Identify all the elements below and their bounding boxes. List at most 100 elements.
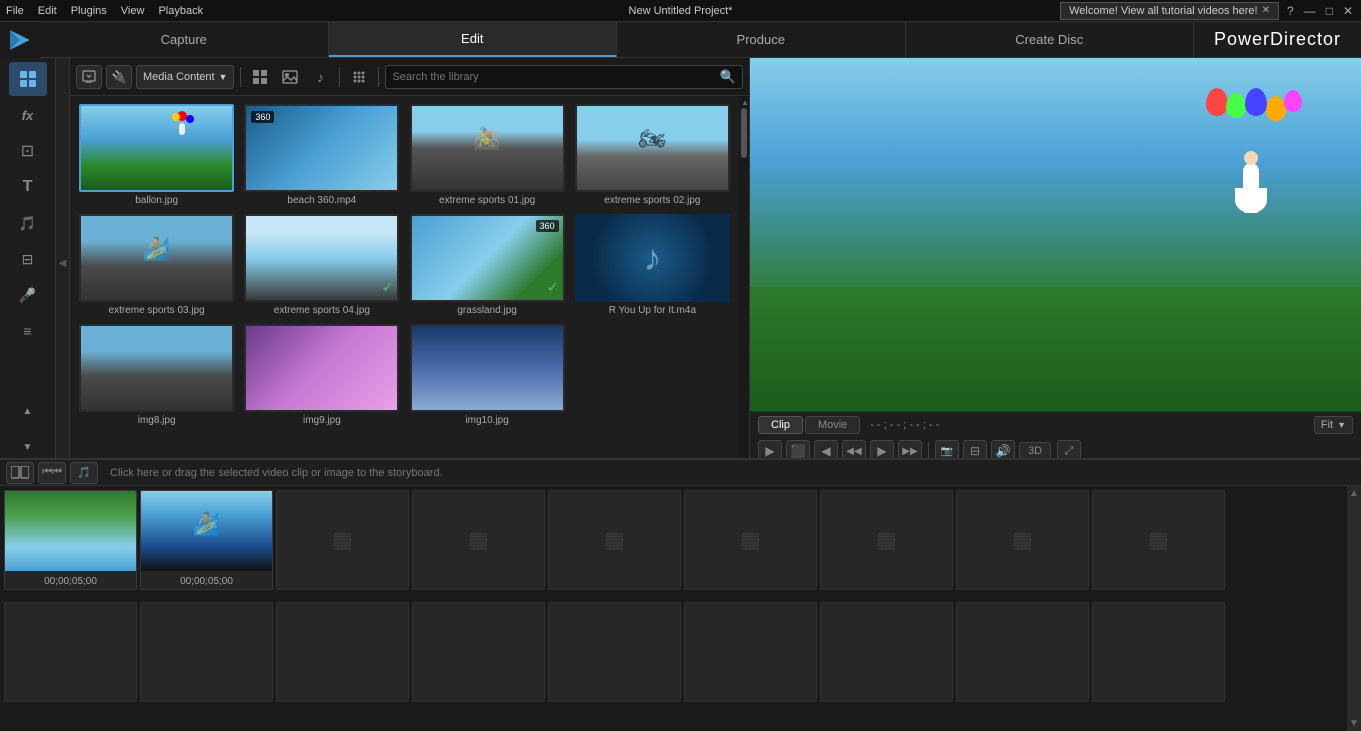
clip-timecode: 00;00;05;00 xyxy=(180,576,233,587)
nav-tab-produce[interactable]: Produce xyxy=(617,22,906,57)
sidebar-up[interactable]: ▲ xyxy=(9,394,47,428)
list-item[interactable]: img8.jpg xyxy=(78,324,235,426)
media-label: beach 360.mp4 xyxy=(287,195,356,206)
left-sidebar: fx ⊡ T 🎵 ⊟ 🎤 ≡ ▲ ▼ xyxy=(0,58,56,468)
story-clip[interactable] xyxy=(4,602,137,702)
media-thumb[interactable] xyxy=(244,324,399,412)
photo-view-button[interactable] xyxy=(277,65,303,89)
dots-view-icon xyxy=(351,69,367,85)
close-button[interactable]: ✕ xyxy=(1341,4,1355,18)
storyboard-area: ▲ ▼ 00;00;05;00 🏄 00;00;05;00 ▦ ▦ xyxy=(0,486,1361,731)
storyboard-scrollbar[interactable]: ▲ ▼ xyxy=(1347,486,1361,731)
sidebar-audio[interactable]: 🎵 xyxy=(9,206,47,240)
search-box: 🔍 xyxy=(385,65,743,89)
list-item[interactable]: 360 beach 360.mp4 xyxy=(243,104,400,206)
media-thumb[interactable]: 🚵 xyxy=(410,104,565,192)
storyboard-rows: 00;00;05;00 🏄 00;00;05;00 ▦ ▦ ▦ ▦ xyxy=(0,486,1361,731)
media-thumb[interactable]: 360 xyxy=(244,104,399,192)
media-thumb[interactable]: ♪ xyxy=(575,214,730,302)
story-clip[interactable]: ▦ xyxy=(684,490,817,590)
media-content-dropdown[interactable]: Media Content ▼ xyxy=(136,65,234,89)
menu-playback[interactable]: Playback xyxy=(158,5,203,17)
media-label: img10.jpg xyxy=(465,415,508,426)
clip-tab[interactable]: Clip xyxy=(758,416,803,434)
badge-360: 360 xyxy=(251,111,274,123)
media-thumb[interactable] xyxy=(79,324,234,412)
list-item[interactable]: 🏄 extreme sports 03.jpg xyxy=(78,214,235,316)
list-item[interactable]: ✓ extreme sports 04.jpg xyxy=(243,214,400,316)
story-clip[interactable] xyxy=(140,602,273,702)
media-thumb[interactable]: 🏍 xyxy=(575,104,730,192)
story-clip[interactable]: ▦ xyxy=(548,490,681,590)
list-item[interactable]: img10.jpg xyxy=(409,324,566,426)
story-clip[interactable]: ▦ xyxy=(412,490,545,590)
import-button[interactable] xyxy=(76,65,102,89)
story-clip[interactable] xyxy=(820,602,953,702)
sidebar-collapse[interactable]: ◀ xyxy=(56,58,70,468)
separator-3 xyxy=(378,67,379,87)
help-button[interactable]: ? xyxy=(1285,4,1296,18)
search-icon[interactable]: 🔍 xyxy=(720,69,736,85)
minimize-button[interactable]: — xyxy=(1302,4,1318,18)
story-clip[interactable]: 🏄 00;00;05;00 xyxy=(140,490,273,590)
storyboard-scroll-up[interactable]: ▲ xyxy=(1349,488,1359,499)
list-item[interactable]: ♪ R You Up for It.m4a xyxy=(574,214,731,316)
fit-dropdown[interactable]: Fit ▼ xyxy=(1314,416,1353,434)
menu-edit[interactable]: Edit xyxy=(38,5,57,17)
list-item[interactable]: 🚵 extreme sports 01.jpg xyxy=(409,104,566,206)
sidebar-mic[interactable]: 🎤 xyxy=(9,278,47,312)
story-clip[interactable]: ▦ xyxy=(1092,490,1225,590)
movie-tab[interactable]: Movie xyxy=(805,416,860,434)
sidebar-media[interactable] xyxy=(9,62,47,96)
add-track-button[interactable]: 🎵 xyxy=(70,462,98,484)
media-icon xyxy=(19,70,37,88)
sidebar-pip[interactable]: ⊡ xyxy=(9,134,47,168)
clip-timecode: 00;00;05;00 xyxy=(44,576,97,587)
story-clip[interactable] xyxy=(276,602,409,702)
music-view-button[interactable]: ♪ xyxy=(307,65,333,89)
list-item[interactable]: 360 ✓ grassland.jpg xyxy=(409,214,566,316)
nav-tab-edit[interactable]: Edit xyxy=(329,22,618,57)
plugin-button[interactable]: 🔌 xyxy=(106,65,132,89)
story-clip[interactable]: ▦ xyxy=(820,490,953,590)
search-input[interactable] xyxy=(392,71,715,83)
story-clip[interactable] xyxy=(956,602,1089,702)
list-item[interactable]: img9.jpg xyxy=(243,324,400,426)
list-item[interactable]: 🏍 extreme sports 02.jpg xyxy=(574,104,731,206)
welcome-close[interactable]: ✕ xyxy=(1262,5,1270,16)
sidebar-chapter[interactable]: ⊟ xyxy=(9,242,47,276)
sidebar-subtitle[interactable]: ≡ xyxy=(9,314,47,348)
media-thumb[interactable]: ✓ xyxy=(244,214,399,302)
grid-view-button[interactable] xyxy=(247,65,273,89)
scrollbar-thumb[interactable] xyxy=(741,108,747,158)
media-thumb[interactable] xyxy=(79,104,234,192)
story-clip[interactable]: ▦ xyxy=(956,490,1089,590)
dots-view-button[interactable] xyxy=(346,65,372,89)
title-bar: File Edit Plugins View Playback New Unti… xyxy=(0,0,1361,22)
skip-back-button[interactable]: ⏮⏮ xyxy=(38,462,66,484)
media-thumb[interactable] xyxy=(410,324,565,412)
media-thumb[interactable]: 360 ✓ xyxy=(410,214,565,302)
sidebar-text[interactable]: T xyxy=(9,170,47,204)
separator-1 xyxy=(240,67,241,87)
story-clip[interactable] xyxy=(684,602,817,702)
story-clip[interactable] xyxy=(548,602,681,702)
list-item[interactable]: ballon.jpg xyxy=(78,104,235,206)
media-thumb[interactable]: 🏄 xyxy=(79,214,234,302)
menu-file[interactable]: File xyxy=(6,5,24,17)
menu-view[interactable]: View xyxy=(121,5,145,17)
story-clip[interactable] xyxy=(412,602,545,702)
nav-tab-createdisc[interactable]: Create Disc xyxy=(906,22,1195,57)
nav-tab-capture[interactable]: Capture xyxy=(40,22,329,57)
menu-plugins[interactable]: Plugins xyxy=(71,5,107,17)
empty-clip-icon: ▦ xyxy=(604,527,625,553)
scrollbar[interactable]: ▲ ▼ xyxy=(739,96,749,468)
story-clip[interactable] xyxy=(1092,602,1225,702)
preview-panel: Clip Movie - - ; - - ; - - ; - - Fit ▼ ▶… xyxy=(750,58,1361,468)
storyboard-mode-button[interactable] xyxy=(6,462,34,484)
story-clip[interactable]: 00;00;05;00 xyxy=(4,490,137,590)
sidebar-fx[interactable]: fx xyxy=(9,98,47,132)
media-grid-container: ballon.jpg 360 beach 360.mp4 🚵 ext xyxy=(70,96,749,468)
story-clip[interactable]: ▦ xyxy=(276,490,409,590)
maximize-button[interactable]: □ xyxy=(1324,4,1335,18)
